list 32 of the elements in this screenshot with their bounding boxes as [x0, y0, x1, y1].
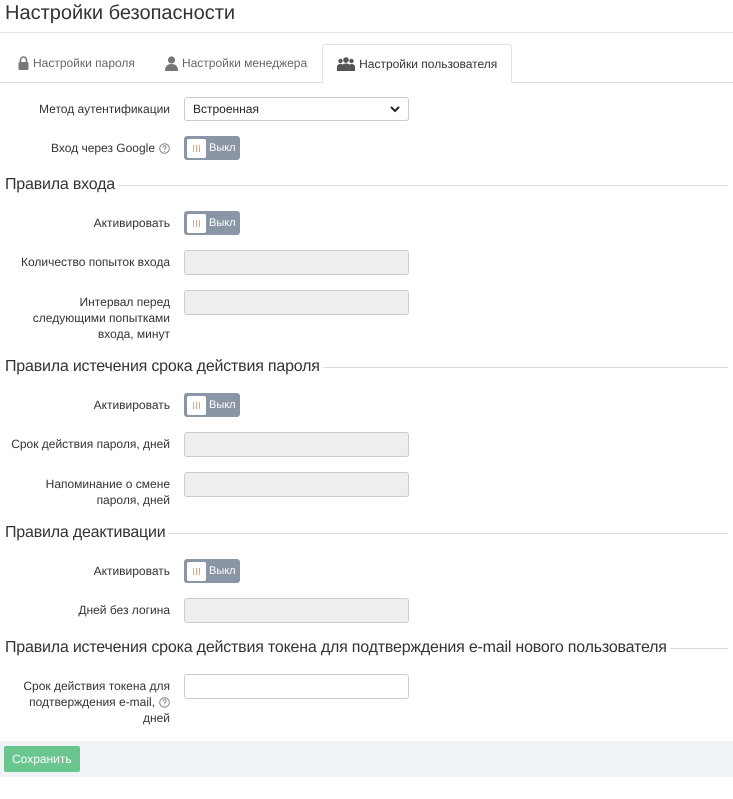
section-heading: Правила деактивации — [5, 523, 166, 543]
help-icon[interactable] — [159, 143, 170, 154]
people-icon — [337, 56, 356, 70]
tab[interactable]: Настройки пользователя — [322, 44, 512, 83]
field-label: Срок действия пароля, дней — [11, 436, 170, 452]
field-label: Срок действия токена для подтверждения e-mail, дней — [22, 678, 170, 726]
field-label: Активировать — [94, 563, 170, 579]
field-label: Дней без логина — [78, 602, 170, 618]
section-heading: Правила входа — [5, 175, 116, 195]
field-label: Количество попыток входа — [20, 254, 170, 270]
field-label: Активировать — [94, 397, 170, 413]
chevron-down-icon — [390, 106, 400, 112]
input-field[interactable] — [184, 674, 409, 699]
field-label: Активировать — [94, 215, 170, 231]
toggle-switch[interactable]: Выкл — [184, 393, 240, 417]
field-label: Интервал перед следующими попытками входа, минут — [32, 294, 170, 342]
help-icon[interactable] — [159, 697, 170, 708]
toggle-switch[interactable]: Выкл — [184, 136, 240, 160]
person-icon — [164, 56, 178, 70]
lock-icon — [18, 56, 29, 70]
page-title: Настройки безопасности — [4, 1, 236, 26]
field-label: Метод аутентификации — [39, 101, 170, 117]
section-heading: Правила истечения срока действия пароля — [5, 357, 321, 377]
save-button[interactable]: Сохранить — [4, 746, 80, 772]
tab[interactable]: Настройки пароля — [3, 44, 150, 82]
section-heading: Правила истечения срока действия токена для подтверждения e-mail нового пользователя — [5, 638, 668, 658]
toggle-switch[interactable]: Выкл — [184, 559, 240, 583]
toggle-switch[interactable]: Выкл — [184, 211, 240, 235]
field-label: Напоминание о смене пароля, дней — [44, 476, 170, 508]
tab[interactable]: Настройки менеджера — [150, 44, 322, 82]
field-label: Вход через Google — [50, 140, 170, 156]
dropdown[interactable]: Встроенная — [184, 97, 409, 121]
